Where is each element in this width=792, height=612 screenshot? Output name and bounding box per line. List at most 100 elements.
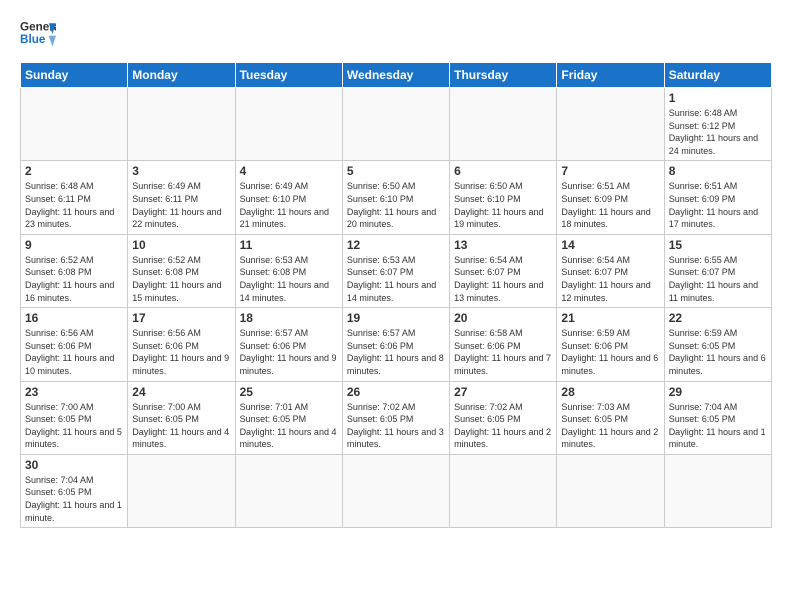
day-number: 20 [454, 311, 552, 325]
cell-info: Sunrise: 6:56 AM Sunset: 6:06 PM Dayligh… [25, 327, 123, 377]
cell-info: Sunrise: 6:49 AM Sunset: 6:11 PM Dayligh… [132, 180, 230, 230]
calendar-cell: 11 Sunrise: 6:53 AM Sunset: 6:08 PM Dayli… [235, 234, 342, 307]
cell-info: Sunrise: 6:50 AM Sunset: 6:10 PM Dayligh… [347, 180, 445, 230]
cell-info: Sunrise: 6:52 AM Sunset: 6:08 PM Dayligh… [25, 254, 123, 304]
day-number: 17 [132, 311, 230, 325]
calendar-cell: 24 Sunrise: 7:00 AM Sunset: 6:05 PM Dayli… [128, 381, 235, 454]
calendar-day-header: Friday [557, 63, 664, 88]
calendar-cell: 17 Sunrise: 6:56 AM Sunset: 6:06 PM Dayli… [128, 308, 235, 381]
day-number: 7 [561, 164, 659, 178]
cell-info: Sunrise: 6:48 AM Sunset: 6:12 PM Dayligh… [669, 107, 767, 157]
day-number: 9 [25, 238, 123, 252]
cell-info: Sunrise: 7:02 AM Sunset: 6:05 PM Dayligh… [454, 401, 552, 451]
calendar-cell: 6Sunrise: 6:50 AM Sunset: 6:10 PM Daylig… [450, 161, 557, 234]
cell-info: Sunrise: 7:01 AM Sunset: 6:05 PM Dayligh… [240, 401, 338, 451]
calendar-cell [557, 88, 664, 161]
cell-info: Sunrise: 7:04 AM Sunset: 6:05 PM Dayligh… [25, 474, 123, 524]
calendar-cell [342, 88, 449, 161]
day-number: 22 [669, 311, 767, 325]
calendar-cell: 9 Sunrise: 6:52 AM Sunset: 6:08 PM Daylig… [21, 234, 128, 307]
day-number: 29 [669, 385, 767, 399]
calendar-header-row: SundayMondayTuesdayWednesdayThursdayFrid… [21, 63, 772, 88]
day-number: 8 [669, 164, 767, 178]
day-number: 13 [454, 238, 552, 252]
calendar-cell: 3Sunrise: 6:49 AM Sunset: 6:11 PM Daylig… [128, 161, 235, 234]
calendar-week-row: 2 Sunrise: 6:48 AM Sunset: 6:11 PM Daylig… [21, 161, 772, 234]
day-number: 18 [240, 311, 338, 325]
cell-info: Sunrise: 6:48 AM Sunset: 6:11 PM Dayligh… [25, 180, 123, 230]
cell-info: Sunrise: 6:55 AM Sunset: 6:07 PM Dayligh… [669, 254, 767, 304]
day-number: 16 [25, 311, 123, 325]
day-number: 2 [25, 164, 123, 178]
cell-info: Sunrise: 6:59 AM Sunset: 6:06 PM Dayligh… [561, 327, 659, 377]
cell-info: Sunrise: 7:00 AM Sunset: 6:05 PM Dayligh… [132, 401, 230, 451]
calendar-cell: 19Sunrise: 6:57 AM Sunset: 6:06 PM Dayli… [342, 308, 449, 381]
calendar-cell: 2 Sunrise: 6:48 AM Sunset: 6:11 PM Daylig… [21, 161, 128, 234]
calendar-cell: 21Sunrise: 6:59 AM Sunset: 6:06 PM Dayli… [557, 308, 664, 381]
day-number: 28 [561, 385, 659, 399]
calendar-cell: 25 Sunrise: 7:01 AM Sunset: 6:05 PM Dayli… [235, 381, 342, 454]
calendar-cell: 20Sunrise: 6:58 AM Sunset: 6:06 PM Dayli… [450, 308, 557, 381]
calendar-week-row: 16 Sunrise: 6:56 AM Sunset: 6:06 PM Dayli… [21, 308, 772, 381]
calendar-week-row: 1 Sunrise: 6:48 AM Sunset: 6:12 PM Daylig… [21, 88, 772, 161]
calendar-cell: 27Sunrise: 7:02 AM Sunset: 6:05 PM Dayli… [450, 381, 557, 454]
cell-info: Sunrise: 6:57 AM Sunset: 6:06 PM Dayligh… [240, 327, 338, 377]
calendar-cell: 15 Sunrise: 6:55 AM Sunset: 6:07 PM Dayli… [664, 234, 771, 307]
calendar-cell: 14 Sunrise: 6:54 AM Sunset: 6:07 PM Dayli… [557, 234, 664, 307]
calendar-cell: 30 Sunrise: 7:04 AM Sunset: 6:05 PM Dayli… [21, 454, 128, 527]
calendar-cell: 1 Sunrise: 6:48 AM Sunset: 6:12 PM Daylig… [664, 88, 771, 161]
day-number: 26 [347, 385, 445, 399]
calendar-day-header: Tuesday [235, 63, 342, 88]
cell-info: Sunrise: 6:56 AM Sunset: 6:06 PM Dayligh… [132, 327, 230, 377]
day-number: 10 [132, 238, 230, 252]
calendar-cell [235, 88, 342, 161]
calendar-cell [128, 454, 235, 527]
cell-info: Sunrise: 6:49 AM Sunset: 6:10 PM Dayligh… [240, 180, 338, 230]
day-number: 15 [669, 238, 767, 252]
calendar-cell: 5 Sunrise: 6:50 AM Sunset: 6:10 PM Daylig… [342, 161, 449, 234]
cell-info: Sunrise: 7:00 AM Sunset: 6:05 PM Dayligh… [25, 401, 123, 451]
calendar-cell [21, 88, 128, 161]
day-number: 11 [240, 238, 338, 252]
calendar-cell: 22 Sunrise: 6:59 AM Sunset: 6:05 PM Dayli… [664, 308, 771, 381]
header: General Blue [20, 16, 772, 52]
day-number: 5 [347, 164, 445, 178]
calendar-cell: 26Sunrise: 7:02 AM Sunset: 6:05 PM Dayli… [342, 381, 449, 454]
day-number: 24 [132, 385, 230, 399]
cell-info: Sunrise: 6:53 AM Sunset: 6:08 PM Dayligh… [240, 254, 338, 304]
calendar-cell: 28 Sunrise: 7:03 AM Sunset: 6:05 PM Dayli… [557, 381, 664, 454]
calendar-cell: 18 Sunrise: 6:57 AM Sunset: 6:06 PM Dayli… [235, 308, 342, 381]
day-number: 14 [561, 238, 659, 252]
calendar-cell [450, 454, 557, 527]
logo: General Blue [20, 16, 56, 52]
day-number: 1 [669, 91, 767, 105]
cell-info: Sunrise: 6:52 AM Sunset: 6:08 PM Dayligh… [132, 254, 230, 304]
cell-info: Sunrise: 6:53 AM Sunset: 6:07 PM Dayligh… [347, 254, 445, 304]
cell-info: Sunrise: 7:03 AM Sunset: 6:05 PM Dayligh… [561, 401, 659, 451]
calendar-cell: 8 Sunrise: 6:51 AM Sunset: 6:09 PM Daylig… [664, 161, 771, 234]
calendar-cell [342, 454, 449, 527]
cell-info: Sunrise: 6:54 AM Sunset: 6:07 PM Dayligh… [454, 254, 552, 304]
day-number: 4 [240, 164, 338, 178]
calendar-day-header: Sunday [21, 63, 128, 88]
cell-info: Sunrise: 6:54 AM Sunset: 6:07 PM Dayligh… [561, 254, 659, 304]
day-number: 23 [25, 385, 123, 399]
calendar-cell: 12Sunrise: 6:53 AM Sunset: 6:07 PM Dayli… [342, 234, 449, 307]
calendar-cell [664, 454, 771, 527]
calendar-week-row: 30 Sunrise: 7:04 AM Sunset: 6:05 PM Dayli… [21, 454, 772, 527]
calendar-cell: 23 Sunrise: 7:00 AM Sunset: 6:05 PM Dayli… [21, 381, 128, 454]
calendar-cell: 13 Sunrise: 6:54 AM Sunset: 6:07 PM Dayli… [450, 234, 557, 307]
page: General Blue SundayMondayTuesdayWednesda… [0, 0, 792, 612]
calendar-cell: 16 Sunrise: 6:56 AM Sunset: 6:06 PM Dayli… [21, 308, 128, 381]
calendar-cell: 10 Sunrise: 6:52 AM Sunset: 6:08 PM Dayli… [128, 234, 235, 307]
calendar-day-header: Thursday [450, 63, 557, 88]
calendar-day-header: Saturday [664, 63, 771, 88]
cell-info: Sunrise: 6:59 AM Sunset: 6:05 PM Dayligh… [669, 327, 767, 377]
cell-info: Sunrise: 6:51 AM Sunset: 6:09 PM Dayligh… [669, 180, 767, 230]
day-number: 25 [240, 385, 338, 399]
calendar-week-row: 23 Sunrise: 7:00 AM Sunset: 6:05 PM Dayli… [21, 381, 772, 454]
calendar-day-header: Monday [128, 63, 235, 88]
calendar-cell [128, 88, 235, 161]
day-number: 30 [25, 458, 123, 472]
calendar-table: SundayMondayTuesdayWednesdayThursdayFrid… [20, 62, 772, 528]
